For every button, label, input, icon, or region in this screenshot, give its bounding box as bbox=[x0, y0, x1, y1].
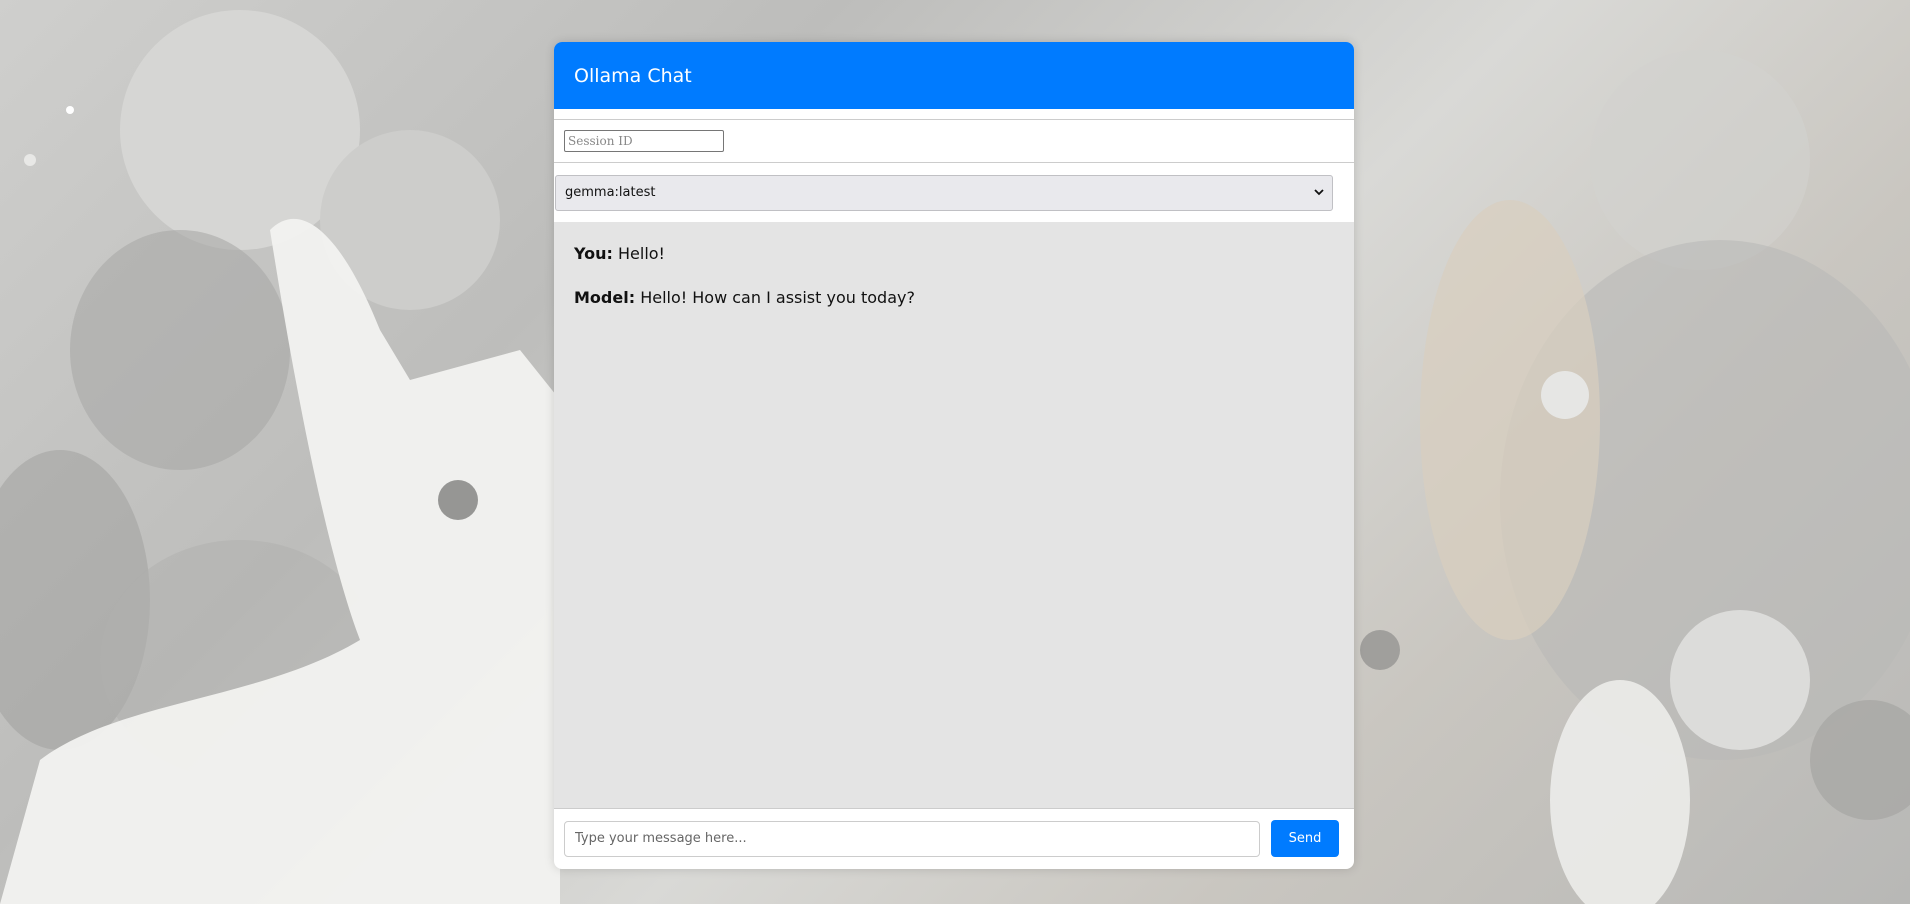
model-bar: gemma:latest bbox=[554, 163, 1354, 222]
session-bar bbox=[554, 119, 1354, 163]
message-input[interactable] bbox=[564, 820, 1260, 857]
chat-window: Ollama Chat gemma:latest You: Hello! Mod… bbox=[554, 42, 1354, 869]
message-sender: You: bbox=[574, 244, 613, 263]
message-sender: Model: bbox=[574, 288, 636, 307]
app-title: Ollama Chat bbox=[574, 64, 692, 87]
model-select-value: gemma:latest bbox=[565, 185, 656, 200]
send-button[interactable]: Send bbox=[1271, 820, 1339, 857]
model-select[interactable]: gemma:latest bbox=[555, 174, 1333, 211]
chat-header: Ollama Chat bbox=[554, 42, 1354, 109]
session-id-input[interactable] bbox=[564, 130, 724, 152]
composer-bar: Send bbox=[554, 809, 1354, 868]
message-list: You: Hello! Model: Hello! How can I assi… bbox=[554, 222, 1354, 809]
message-model: Model: Hello! How can I assist you today… bbox=[574, 286, 1334, 310]
chevron-down-icon bbox=[1314, 188, 1324, 195]
message-text: Hello! How can I assist you today? bbox=[640, 288, 915, 307]
message-text: Hello! bbox=[618, 244, 665, 263]
message-user: You: Hello! bbox=[574, 242, 1334, 266]
